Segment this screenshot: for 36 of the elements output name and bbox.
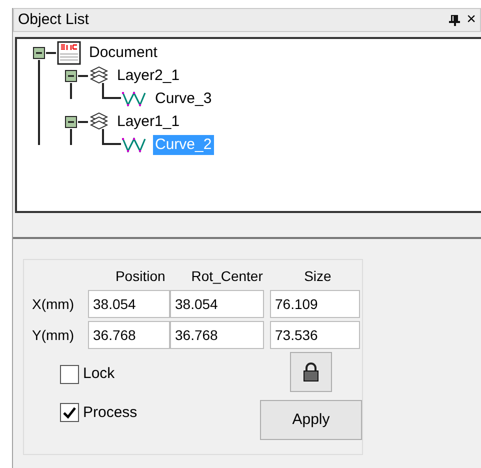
collapse-icon[interactable] [33,46,45,58]
tree-line [102,83,121,99]
collapse-icon[interactable] [65,70,77,82]
column-header: Position [114,267,166,286]
input-field[interactable]: 76.109 [270,290,360,318]
tree-item[interactable]: Layer2_1 [115,66,182,86]
input-field[interactable]: 38.054 [88,290,170,318]
pin-icon[interactable] [448,14,460,26]
panel-title: Object List [18,10,90,30]
tree-line [70,129,72,145]
padlock-icon [303,362,319,382]
tree-item[interactable]: Curve_3 [153,88,214,108]
tree-item[interactable]: Layer1_1 [115,112,182,132]
tree-line [70,83,72,99]
checkbox[interactable] [60,403,79,422]
close-button[interactable]: × [466,12,476,28]
column-header: Rot_Center [190,267,264,286]
input-field[interactable]: 38.054 [170,290,264,318]
row-label: Y(mm) [31,326,75,345]
tree-line [102,129,121,145]
checkbox-label: Lock [83,364,115,384]
curve-icon [121,136,147,154]
row-label: X(mm) [31,294,75,314]
lock-button[interactable] [290,352,332,392]
input-field[interactable]: 36.768 [88,321,170,349]
curve-icon [121,90,147,108]
column-header: Size [303,267,332,286]
apply-button[interactable]: Apply [260,400,362,440]
checkbox[interactable] [60,364,79,384]
layers-icon [89,112,109,132]
collapse-icon[interactable] [65,116,77,128]
checkbox-label: Process [83,402,138,422]
input-field[interactable]: 73.536 [270,321,360,349]
tree-item[interactable]: Document [87,42,160,62]
layers-icon [89,66,109,86]
input-field[interactable]: 36.768 [170,321,264,349]
